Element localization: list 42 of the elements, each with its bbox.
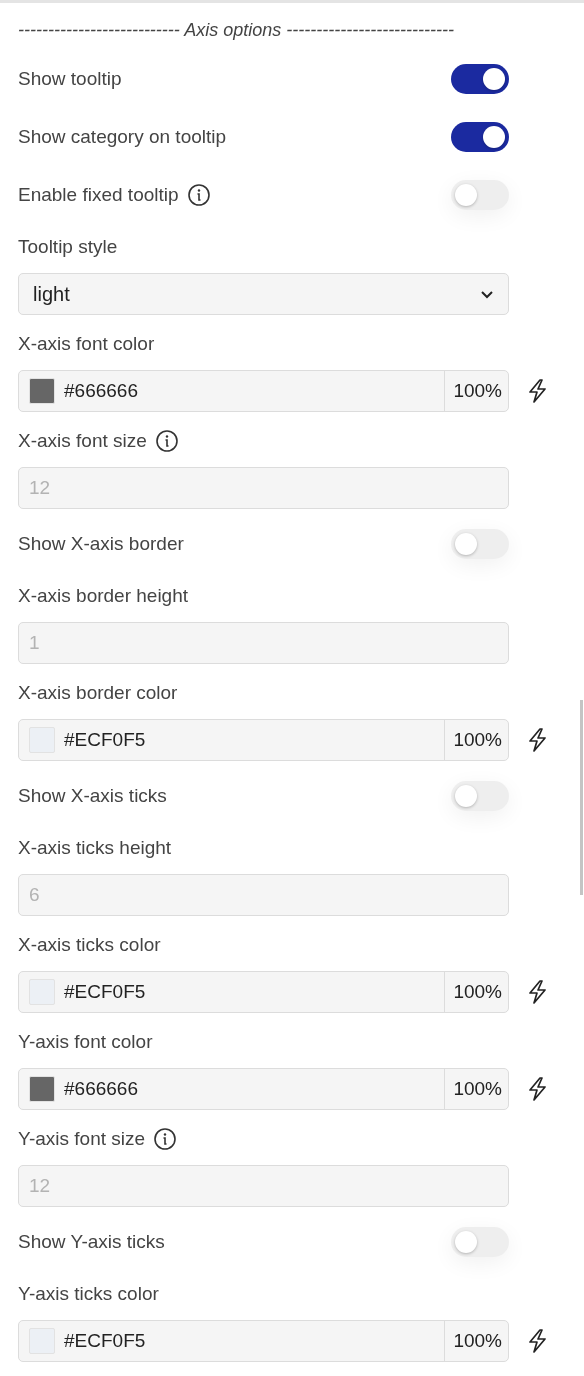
field-label: Show X-axis ticks	[18, 784, 167, 808]
color-field[interactable]: #ECF0F5 100%	[18, 1320, 509, 1362]
color-swatch[interactable]	[29, 378, 55, 404]
toggle-switch[interactable]	[451, 781, 509, 811]
color-field[interactable]: #ECF0F5 100%	[18, 719, 509, 761]
field-label: Y-axis font size	[18, 1127, 146, 1151]
number-input[interactable]: 6	[18, 874, 509, 916]
field-label: X-axis font color	[18, 332, 155, 356]
field-label: Show category on tooltip	[18, 125, 227, 149]
number-input[interactable]: 12	[18, 467, 509, 509]
field-label: X-axis ticks height	[18, 836, 172, 860]
field-label: Tooltip style	[18, 235, 118, 259]
field-label: X-axis border color	[18, 681, 178, 705]
number-input[interactable]: 1	[18, 622, 509, 664]
opacity-value: 100%	[444, 972, 508, 1012]
field-label: Show tooltip	[18, 67, 122, 91]
toggle-switch[interactable]	[451, 122, 509, 152]
opacity-value: 100%	[444, 720, 508, 760]
field-label: Show Y-axis ticks	[18, 1230, 165, 1254]
field-label: Y-axis font color	[18, 1030, 153, 1054]
dropdown[interactable]: light	[18, 273, 509, 315]
section-title: --------------------------- Axis options ----------------------------	[18, 19, 456, 42]
chevron-down-icon	[480, 288, 494, 300]
scrollbar[interactable]	[580, 700, 583, 895]
color-field[interactable]: #666666 100%	[18, 1068, 509, 1110]
field-label: Enable fixed tooltip	[18, 183, 179, 207]
field-label: X-axis ticks color	[18, 933, 161, 957]
field-label: X-axis font size	[18, 429, 147, 453]
color-swatch[interactable]	[29, 1076, 55, 1102]
opacity-value: 100%	[444, 371, 508, 411]
number-input[interactable]: 12	[18, 1165, 509, 1207]
field-label: Y-axis ticks color	[18, 1282, 159, 1306]
opacity-value: 100%	[444, 1069, 508, 1109]
color-field[interactable]: #ECF0F5 100%	[18, 971, 509, 1013]
toggle-switch[interactable]	[451, 529, 509, 559]
toggle-switch[interactable]	[451, 64, 509, 94]
toggle-switch[interactable]	[451, 1227, 509, 1257]
toggle-switch[interactable]	[451, 180, 509, 210]
field-label: Show X-axis border	[18, 532, 184, 556]
color-field[interactable]: #666666 100%	[18, 370, 509, 412]
opacity-value: 100%	[444, 1321, 508, 1361]
field-label: X-axis border height	[18, 584, 189, 608]
